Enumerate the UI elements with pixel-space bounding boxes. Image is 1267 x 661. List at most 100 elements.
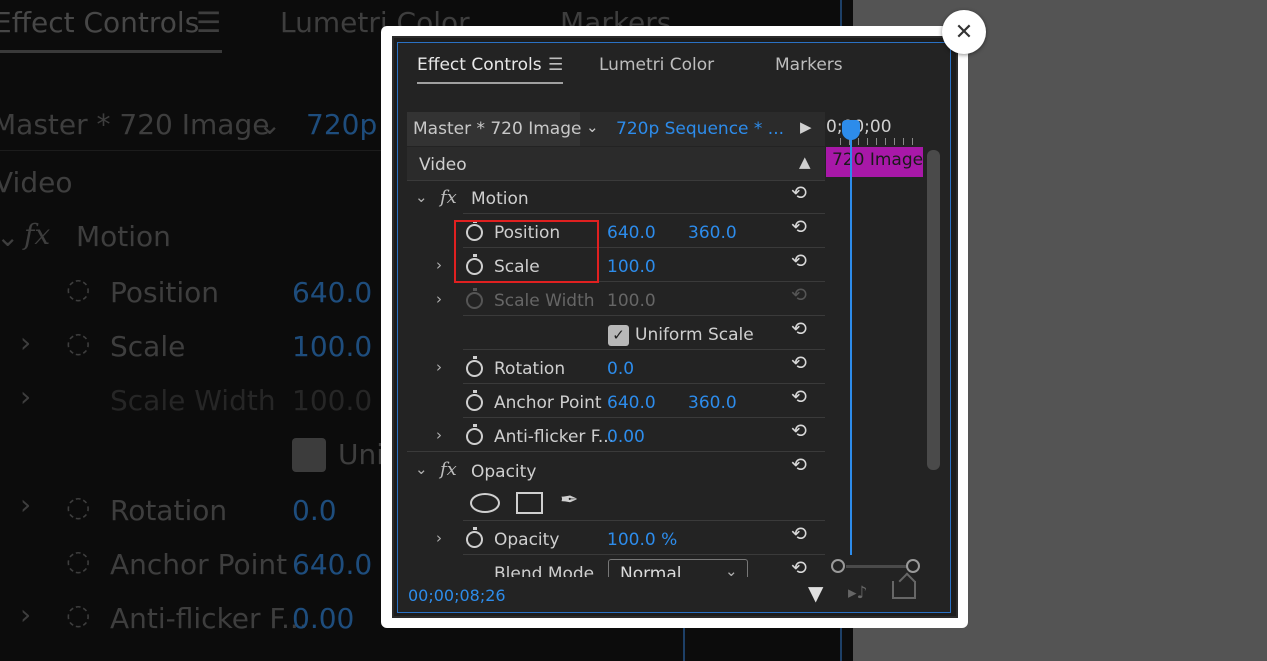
uniform-scale-checkbox[interactable]: ✓ bbox=[608, 325, 629, 346]
reset-icon[interactable]: ⟲ bbox=[791, 386, 807, 408]
fx-icon[interactable]: fx bbox=[440, 187, 457, 208]
panel-menu-icon[interactable]: ☰ bbox=[548, 55, 563, 75]
row-divider bbox=[407, 451, 825, 452]
bg-param-label: Uni bbox=[338, 438, 385, 471]
anti-flicker-value[interactable]: 0.00 bbox=[607, 427, 645, 447]
reset-icon[interactable]: ⟲ bbox=[791, 523, 807, 545]
bg-chevron-icon: ⌄ bbox=[0, 220, 20, 253]
timeline-area bbox=[825, 112, 943, 576]
chevron-right-icon[interactable]: › bbox=[436, 426, 442, 444]
scale-width-value: 100.0 bbox=[607, 291, 656, 311]
scale-value[interactable]: 100.0 bbox=[607, 257, 656, 277]
section-video-label: Video bbox=[419, 155, 467, 175]
chevron-down-icon[interactable]: ⌄ bbox=[415, 188, 428, 206]
bg-chevron-right-icon: › bbox=[20, 380, 32, 413]
stopwatch-icon[interactable] bbox=[466, 424, 483, 445]
section-video-row: Video ▲ bbox=[407, 147, 825, 181]
bg-param-value: 0.00 bbox=[292, 602, 355, 635]
bg-param-value: 640.0 bbox=[292, 276, 373, 309]
playhead-handle[interactable] bbox=[842, 120, 860, 140]
bg-tab-effect-controls: Effect Controls bbox=[0, 6, 200, 39]
highlight-box bbox=[454, 220, 599, 283]
bg-param-value: 640.0 bbox=[292, 548, 373, 581]
stopwatch-icon[interactable] bbox=[466, 356, 483, 377]
zoom-handle-right[interactable] bbox=[906, 559, 920, 573]
collapse-up-icon[interactable]: ▲ bbox=[799, 153, 811, 171]
pen-mask-icon[interactable]: ✒ bbox=[560, 488, 578, 513]
close-button[interactable]: ✕ bbox=[942, 10, 986, 54]
tab-effect-controls[interactable]: Effect Controls bbox=[417, 55, 542, 75]
row-divider bbox=[463, 315, 825, 316]
bg-param-value: 100.0 bbox=[292, 330, 373, 363]
master-clip-label[interactable]: Master * 720 Image bbox=[407, 112, 581, 146]
anchor-point-y-value[interactable]: 360.0 bbox=[688, 393, 737, 413]
reset-icon[interactable]: ⟲ bbox=[791, 318, 807, 340]
opacity-value[interactable]: 100.0 % bbox=[607, 530, 677, 550]
tab-lumetri-color[interactable]: Lumetri Color bbox=[599, 55, 714, 75]
row-divider bbox=[463, 213, 825, 214]
bg-param-value: 0.0 bbox=[292, 494, 337, 527]
chevron-right-icon[interactable]: › bbox=[436, 290, 442, 308]
zoom-handle-left[interactable] bbox=[831, 559, 845, 573]
chevron-down-icon[interactable]: ⌄ bbox=[586, 118, 599, 136]
tab-markers[interactable]: Markers bbox=[775, 55, 843, 75]
reset-icon[interactable]: ⟲ bbox=[791, 182, 807, 204]
bg-chevron-right-icon: › bbox=[20, 488, 32, 521]
reset-icon[interactable]: ⟲ bbox=[791, 420, 807, 442]
position-y-value[interactable]: 360.0 bbox=[688, 223, 737, 243]
bg-stopwatch-icon: ◌ bbox=[66, 272, 91, 305]
opacity-label: Opacity bbox=[494, 530, 560, 550]
reset-icon[interactable]: ⟲ bbox=[791, 216, 807, 238]
bg-motion-label: Motion bbox=[76, 220, 171, 253]
timeline-clip[interactable]: 720 Image bbox=[826, 147, 923, 177]
bg-param-label: Scale Width bbox=[110, 384, 276, 417]
uniform-scale-label: Uniform Scale bbox=[635, 325, 754, 345]
chevron-right-icon[interactable]: › bbox=[436, 358, 442, 376]
row-divider bbox=[407, 180, 825, 181]
row-divider bbox=[463, 383, 825, 384]
chevron-down-icon[interactable]: ⌄ bbox=[415, 460, 428, 478]
reset-icon[interactable]: ⟲ bbox=[791, 250, 807, 272]
bg-chevron-right-icon: › bbox=[20, 326, 32, 359]
bg-master-label: Master * 720 Image bbox=[0, 108, 270, 141]
play-icon[interactable]: ▶ bbox=[800, 118, 812, 136]
sequence-clip-label[interactable]: 720p Sequence * ... bbox=[616, 119, 784, 139]
fx-icon[interactable]: fx bbox=[440, 459, 457, 480]
export-icon bbox=[892, 581, 916, 599]
bg-param-label: Rotation bbox=[110, 494, 228, 527]
bg-checkbox bbox=[292, 438, 326, 472]
row-divider bbox=[463, 349, 825, 350]
reset-icon[interactable]: ⟲ bbox=[791, 454, 807, 476]
row-divider bbox=[463, 417, 825, 418]
rotation-label: Rotation bbox=[494, 359, 566, 379]
bg-stopwatch-icon: ◌ bbox=[66, 544, 91, 577]
position-x-value[interactable]: 640.0 bbox=[607, 223, 656, 243]
zoom-scrollbar-track[interactable] bbox=[846, 565, 907, 568]
chevron-right-icon[interactable]: › bbox=[436, 256, 442, 274]
reset-icon[interactable]: ⟲ bbox=[791, 352, 807, 374]
anti-flicker-label: Anti-flicker F... bbox=[494, 427, 615, 447]
bg-param-label: Position bbox=[110, 276, 220, 309]
rectangle-mask-icon[interactable] bbox=[516, 492, 543, 514]
rotation-value[interactable]: 0.0 bbox=[607, 359, 634, 379]
chevron-right-icon[interactable]: › bbox=[436, 529, 442, 547]
stopwatch-icon[interactable] bbox=[466, 390, 483, 411]
current-timecode[interactable]: 00;00;08;26 bbox=[408, 586, 506, 605]
bg-stopwatch-icon: ◌ bbox=[66, 490, 91, 523]
bg-section-video: Video bbox=[0, 166, 73, 199]
reset-icon[interactable]: ⟲ bbox=[791, 557, 807, 579]
anchor-point-x-value[interactable]: 640.0 bbox=[607, 393, 656, 413]
vertical-scrollbar[interactable] bbox=[927, 150, 940, 470]
ellipse-mask-icon[interactable] bbox=[470, 493, 500, 513]
bg-param-label: Anti-flicker F... bbox=[110, 602, 308, 635]
playhead-line[interactable] bbox=[850, 130, 852, 555]
anchor-point-label: Anchor Point bbox=[494, 393, 602, 413]
stopwatch-icon[interactable] bbox=[466, 527, 483, 548]
blend-mode-select[interactable]: Normal ⌄ bbox=[608, 559, 748, 579]
stopwatch-icon bbox=[466, 288, 483, 309]
audio-icon: ▸♪ bbox=[848, 583, 868, 603]
reset-icon: ⟲ bbox=[791, 284, 807, 306]
bg-tab-underline bbox=[0, 50, 222, 53]
opacity-section-label: Opacity bbox=[471, 462, 537, 482]
filter-icon[interactable]: ▼ bbox=[808, 581, 823, 605]
